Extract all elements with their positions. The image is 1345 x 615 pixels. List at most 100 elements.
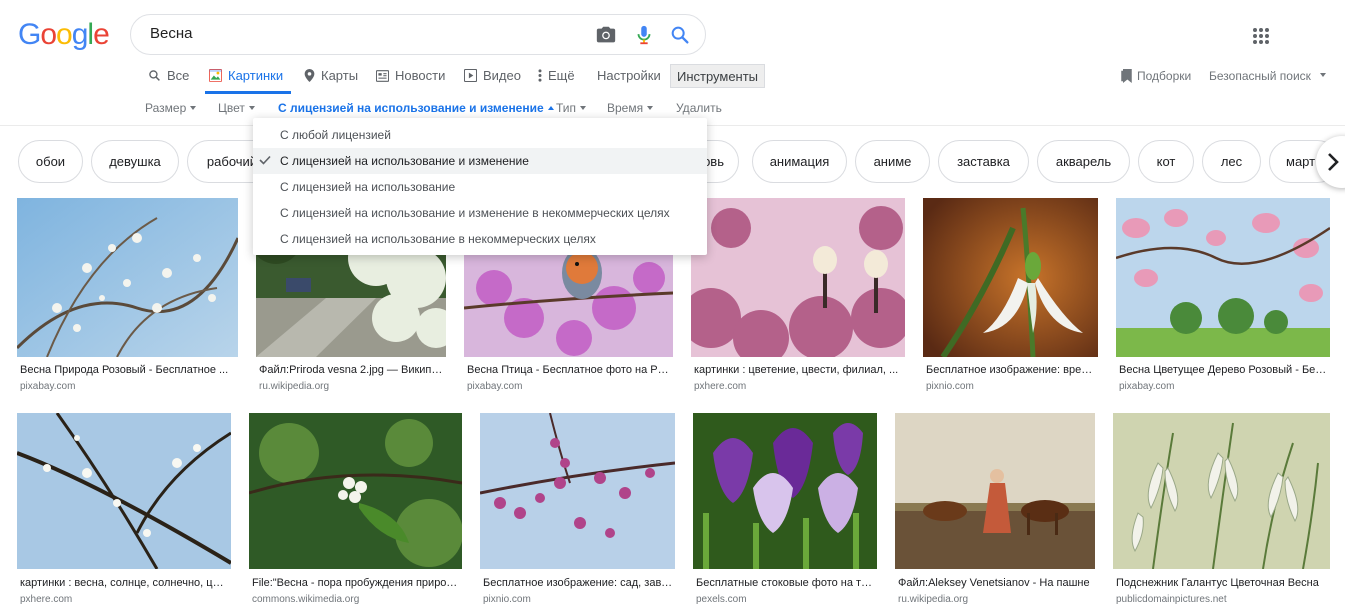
image-result[interactable]: Файл:Aleksey Venetsianov - На пашне ru.w… bbox=[895, 413, 1095, 613]
tab-video[interactable]: Видео bbox=[464, 68, 521, 83]
filter-license[interactable]: С лицензией на использование и изменение bbox=[278, 101, 554, 115]
filter-clear[interactable]: Удалить bbox=[676, 101, 722, 115]
filter-label: С лицензией на использование и изменение bbox=[278, 101, 544, 115]
result-source: pexels.com bbox=[696, 594, 747, 605]
result-source: commons.wikimedia.org bbox=[252, 594, 360, 605]
image-result[interactable]: File:"Весна - пора пробуждения природы" … bbox=[249, 413, 462, 613]
search-input[interactable] bbox=[150, 25, 580, 42]
related-chip[interactable]: анимация bbox=[752, 140, 847, 183]
camera-icon[interactable] bbox=[595, 24, 617, 46]
result-thumbnail bbox=[691, 198, 905, 357]
search-box bbox=[130, 14, 706, 55]
license-option[interactable]: С любой лицензией bbox=[253, 122, 707, 148]
safesearch-label: Безопасный поиск bbox=[1209, 69, 1311, 83]
filter-label: Удалить bbox=[676, 101, 722, 115]
google-logo[interactable]: Google bbox=[18, 18, 110, 52]
chevron-down-icon bbox=[1319, 73, 1326, 77]
image-result[interactable]: Бесплатное изображение: сад, завод pixni… bbox=[480, 413, 675, 613]
tab-label: Новости bbox=[395, 68, 446, 83]
result-caption: Файл:Aleksey Venetsianov - На пашне bbox=[898, 577, 1090, 589]
filter-color[interactable]: Цвет bbox=[218, 101, 255, 115]
result-thumbnail bbox=[17, 413, 231, 569]
image-icon bbox=[209, 69, 222, 82]
related-chip[interactable]: акварель bbox=[1037, 140, 1130, 183]
search-icon bbox=[149, 70, 160, 81]
active-tab-underline bbox=[205, 91, 291, 94]
result-source: pixnio.com bbox=[483, 594, 531, 605]
filter-type[interactable]: Тип bbox=[556, 101, 587, 115]
chevron-down-icon bbox=[248, 105, 255, 110]
license-option-label: С любой лицензией bbox=[280, 128, 391, 142]
result-source: pixnio.com bbox=[926, 381, 974, 392]
tab-all[interactable]: Все bbox=[148, 68, 189, 83]
chevron-right-icon bbox=[1328, 153, 1339, 171]
image-result[interactable]: Весна Природа Розовый - Бесплатное ... p… bbox=[17, 198, 238, 398]
filter-time[interactable]: Время bbox=[607, 101, 654, 115]
result-thumbnail bbox=[1113, 413, 1330, 569]
result-thumbnail bbox=[895, 413, 1095, 569]
result-caption: Бесплатное изображение: время ... bbox=[926, 364, 1096, 376]
result-thumbnail bbox=[1116, 198, 1330, 357]
logo-letter: G bbox=[18, 18, 41, 51]
tools-button[interactable]: Инструменты bbox=[670, 64, 765, 88]
logo-letter: e bbox=[93, 18, 110, 51]
license-option-label: С лицензией на использование в некоммерч… bbox=[280, 232, 596, 246]
search-icon[interactable] bbox=[669, 24, 691, 46]
safesearch-toggle[interactable]: Безопасный поиск bbox=[1209, 69, 1326, 83]
video-icon bbox=[464, 69, 477, 82]
related-chip[interactable]: лес bbox=[1202, 140, 1261, 183]
result-caption: Весна Природа Розовый - Бесплатное ... bbox=[20, 364, 229, 376]
image-result[interactable]: Подснежник Галантус Цветочная Весна publ… bbox=[1113, 413, 1330, 613]
logo-letter: g bbox=[71, 18, 89, 51]
result-caption: File:"Весна - пора пробуждения природы" bbox=[252, 577, 460, 589]
apps-grid-icon[interactable] bbox=[1252, 27, 1270, 45]
result-thumbnail bbox=[693, 413, 877, 569]
collections-link[interactable]: Подборки bbox=[1121, 69, 1191, 83]
license-option-label: С лицензией на использование и изменение… bbox=[280, 206, 670, 220]
tab-news[interactable]: Новости bbox=[376, 68, 445, 83]
collections-label: Подборки bbox=[1137, 69, 1192, 83]
license-option[interactable]: С лицензией на использование bbox=[253, 174, 707, 200]
license-option-label: С лицензией на использование bbox=[280, 180, 456, 194]
related-chip[interactable]: обои bbox=[18, 140, 83, 183]
result-thumbnail bbox=[17, 198, 238, 357]
tab-label: Ещё bbox=[548, 68, 575, 83]
tab-more[interactable]: Ещё bbox=[538, 68, 575, 83]
license-option-selected[interactable]: С лицензией на использование и изменение bbox=[253, 148, 707, 174]
bookmark-icon bbox=[1121, 69, 1132, 83]
logo-letter: o bbox=[56, 18, 73, 51]
license-option[interactable]: С лицензией на использование в некоммерч… bbox=[253, 226, 707, 252]
tab-label: Картинки bbox=[228, 68, 284, 83]
filter-label: Размер bbox=[145, 101, 187, 115]
image-result[interactable]: Бесплатное изображение: время ... pixnio… bbox=[923, 198, 1098, 398]
related-chip[interactable]: девушка bbox=[91, 140, 179, 183]
result-caption: Весна Цветущее Дерево Розовый - Бесплатн… bbox=[1119, 364, 1329, 376]
result-source: pxhere.com bbox=[20, 594, 73, 605]
mic-icon[interactable] bbox=[633, 24, 655, 46]
result-caption: Бесплатные стоковые фото на тему bbox=[696, 577, 876, 589]
image-result[interactable]: картинки : цветение, цвести, филиал, ...… bbox=[691, 198, 905, 398]
result-source: pixabay.com bbox=[1119, 381, 1175, 392]
related-chip[interactable]: аниме bbox=[855, 140, 930, 183]
tab-maps[interactable]: Карты bbox=[304, 68, 358, 83]
filter-size[interactable]: Размер bbox=[145, 101, 197, 115]
result-caption: Файл:Priroda vesna 2.jpg — Википедия bbox=[259, 364, 444, 376]
image-result[interactable]: Весна Цветущее Дерево Розовый - Бесплатн… bbox=[1116, 198, 1330, 398]
license-option[interactable]: С лицензией на использование и изменение… bbox=[253, 200, 707, 226]
license-option-label: С лицензией на использование и изменение bbox=[280, 154, 529, 168]
result-source: pixabay.com bbox=[20, 381, 76, 392]
filter-label: Цвет bbox=[218, 101, 245, 115]
result-thumbnail bbox=[923, 198, 1098, 357]
tab-settings[interactable]: Настройки bbox=[597, 68, 661, 83]
image-result[interactable]: Бесплатные стоковые фото на тему pexels.… bbox=[693, 413, 877, 613]
filter-label: Тип bbox=[556, 101, 577, 115]
related-chip[interactable]: заставка bbox=[938, 140, 1029, 183]
filter-label: Время bbox=[607, 101, 644, 115]
image-result[interactable]: картинки : весна, солнце, солнечно, цвет… bbox=[17, 413, 231, 613]
result-caption: Весна Птица - Бесплатное фото на Pixabay bbox=[467, 364, 670, 376]
result-caption: Подснежник Галантус Цветочная Весна bbox=[1116, 577, 1319, 589]
chevron-down-icon bbox=[647, 105, 654, 110]
result-source: pxhere.com bbox=[694, 381, 747, 392]
related-chip[interactable]: кот bbox=[1138, 140, 1194, 183]
tab-images[interactable]: Картинки bbox=[209, 68, 283, 83]
